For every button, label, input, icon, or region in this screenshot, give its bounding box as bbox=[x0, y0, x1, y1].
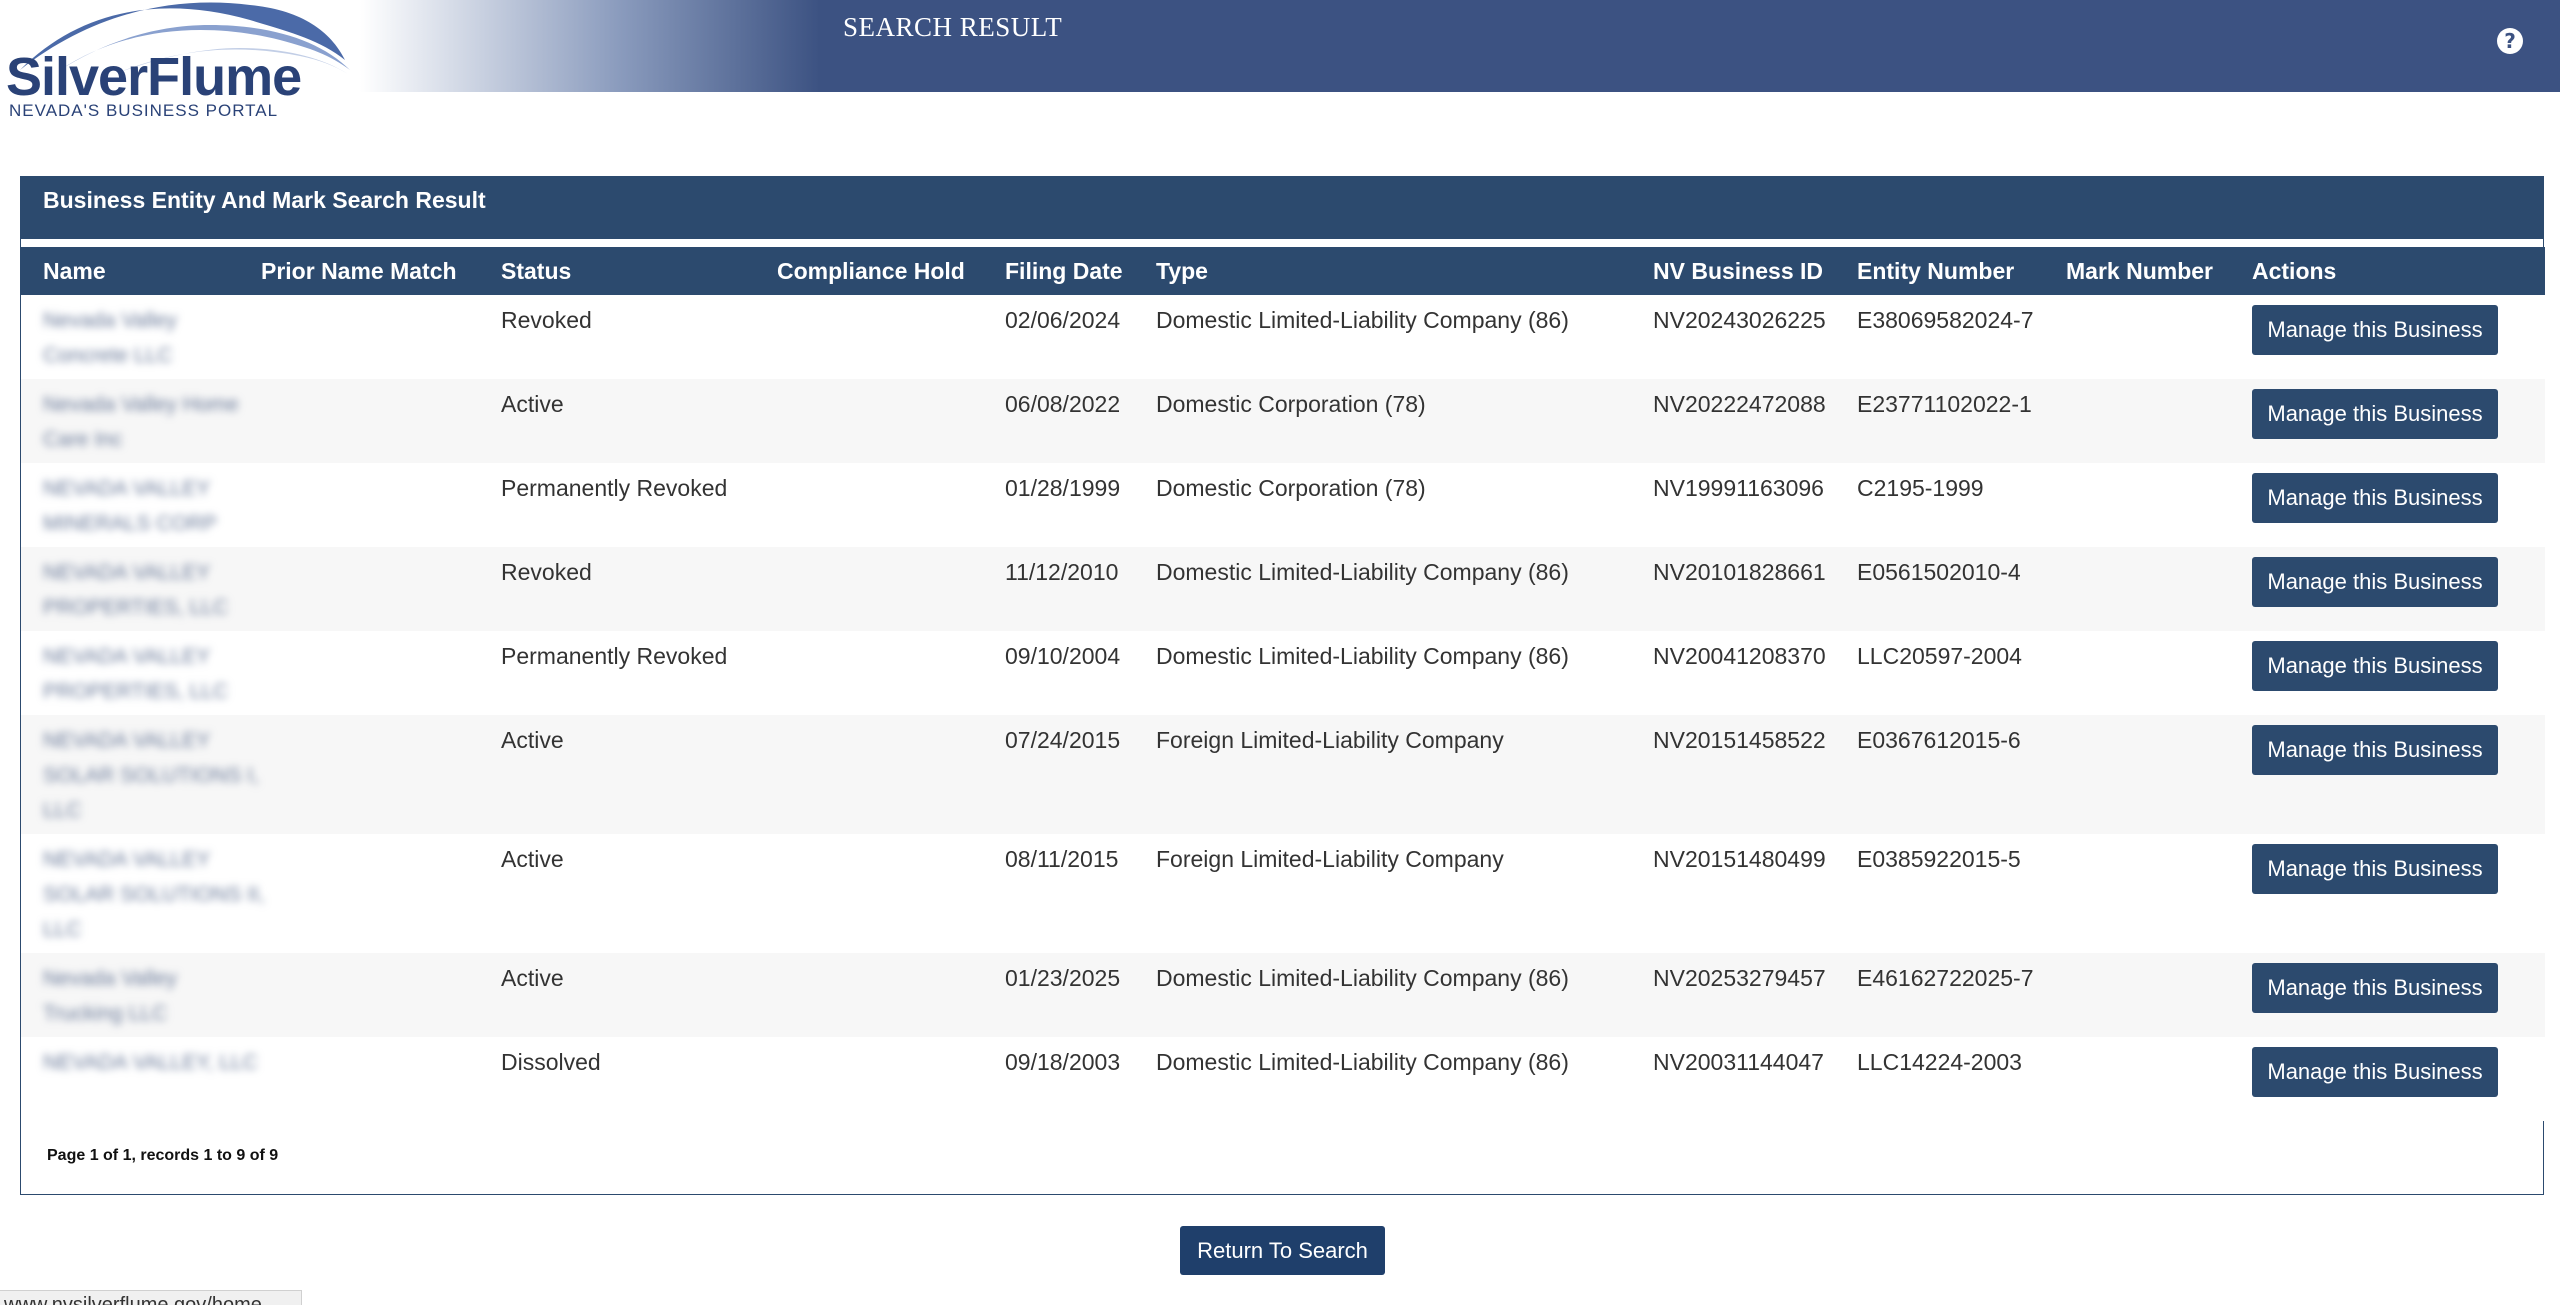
filing-date-cell: 01/23/2025 bbox=[1005, 965, 1121, 991]
silverflume-logo[interactable]: SilverFlume NEVADA'S BUSINESS PORTAL bbox=[0, 0, 360, 120]
manage-business-button[interactable]: Manage this Business bbox=[2252, 473, 2498, 523]
nv-id-cell: NV20253279457 bbox=[1653, 965, 1826, 991]
col-header-prior-name[interactable]: Prior Name Match bbox=[261, 247, 501, 295]
filing-date-cell: 07/24/2015 bbox=[1005, 727, 1121, 753]
filing-date-cell: 08/11/2015 bbox=[1005, 846, 1119, 872]
filing-date-cell: 06/08/2022 bbox=[1005, 391, 1121, 417]
nv-id-cell: NV20041208370 bbox=[1653, 643, 1826, 669]
page-title: SEARCH RESULT bbox=[843, 12, 1063, 42]
nv-id-cell: NV20222472088 bbox=[1653, 391, 1826, 417]
panel-title: Business Entity And Mark Search Result bbox=[21, 177, 2543, 239]
status-cell: Active bbox=[501, 391, 564, 417]
table-header-row: Name Prior Name Match Status Compliance … bbox=[21, 247, 2545, 295]
filing-date-cell: 09/18/2003 bbox=[1005, 1049, 1121, 1075]
entity-number-cell: E0385922015-5 bbox=[1857, 846, 2021, 872]
status-cell: Dissolved bbox=[501, 1049, 601, 1075]
entity-number-cell: E46162722025-7 bbox=[1857, 965, 2034, 991]
type-cell: Foreign Limited-Liability Company bbox=[1156, 846, 1504, 872]
nv-id-cell: NV20101828661 bbox=[1653, 559, 1826, 585]
nv-id-cell: NV20151458522 bbox=[1653, 727, 1826, 753]
type-cell: Domestic Limited-Liability Company (86) bbox=[1156, 1049, 1569, 1075]
col-header-filing-date[interactable]: Filing Date bbox=[1005, 247, 1156, 295]
col-header-type[interactable]: Type bbox=[1156, 247, 1653, 295]
status-cell: Active bbox=[501, 965, 564, 991]
col-header-nv-business-id[interactable]: NV Business ID bbox=[1653, 247, 1857, 295]
col-header-entity-number[interactable]: Entity Number bbox=[1857, 247, 2066, 295]
entity-name[interactable]: NEVADA VALLEY SOLAR SOLUTIONS I, LLC bbox=[21, 715, 261, 834]
search-result-panel: Business Entity And Mark Search Result N… bbox=[20, 176, 2545, 1195]
entity-name[interactable]: Nevada Valley Home Care Inc bbox=[21, 379, 261, 463]
col-header-status[interactable]: Status bbox=[501, 247, 777, 295]
logo-name: SilverFlume bbox=[6, 47, 302, 107]
filing-date-cell: 02/06/2024 bbox=[1005, 307, 1121, 333]
status-cell: Permanently Revoked bbox=[501, 643, 728, 669]
status-cell: Active bbox=[501, 846, 564, 872]
status-cell: Revoked bbox=[501, 559, 592, 585]
entity-name[interactable]: NEVADA VALLEY, LLC bbox=[21, 1037, 261, 1121]
nv-id-cell: NV19991163096 bbox=[1653, 475, 1824, 501]
col-header-mark-number[interactable]: Mark Number bbox=[2066, 247, 2252, 295]
entity-name[interactable]: NEVADA VALLEY PROPERTIES, LLC bbox=[21, 547, 261, 631]
entity-number-cell: E23771102022-1 bbox=[1857, 391, 2032, 417]
entity-name[interactable]: NEVADA VALLEY PROPERTIES, LLC bbox=[21, 631, 261, 715]
pagination-info: Page 1 of 1, records 1 to 9 of 9 bbox=[47, 1147, 279, 1164]
logo-subtitle: NEVADA'S BUSINESS PORTAL bbox=[9, 101, 279, 120]
entity-name[interactable]: NEVADA VALLEY SOLAR SOLUTIONS II, LLC bbox=[21, 834, 265, 953]
type-cell: Domestic Corporation (78) bbox=[1156, 475, 1426, 501]
table-row: NEVADA VALLEY MINERALS CORP Permanently R… bbox=[21, 463, 2545, 547]
table-row: NEVADA VALLEY PROPERTIES, LLC Revoked 11/… bbox=[21, 547, 2545, 631]
entity-number-cell: E0561502010-4 bbox=[1857, 559, 2021, 585]
manage-business-button[interactable]: Manage this Business bbox=[2252, 557, 2498, 607]
col-header-compliance-hold[interactable]: Compliance Hold bbox=[777, 247, 1005, 295]
col-header-name[interactable]: Name bbox=[21, 247, 261, 295]
manage-business-button[interactable]: Manage this Business bbox=[2252, 844, 2498, 894]
table-row: Nevada Valley Home Care Inc Active 06/08/… bbox=[21, 379, 2545, 463]
table-row: Nevada Valley Trucking LLC Active 01/23/2… bbox=[21, 953, 2545, 1037]
entity-number-cell: LLC14224-2003 bbox=[1857, 1049, 2022, 1075]
table-row: NEVADA VALLEY, LLC Dissolved 09/18/2003 … bbox=[21, 1037, 2545, 1121]
manage-business-button[interactable]: Manage this Business bbox=[2252, 641, 2498, 691]
type-cell: Domestic Corporation (78) bbox=[1156, 391, 1426, 417]
entity-name[interactable]: NEVADA VALLEY MINERALS CORP bbox=[21, 463, 261, 547]
site-header: SilverFlume NEVADA'S BUSINESS PORTAL SEA… bbox=[0, 0, 2560, 120]
type-cell: Domestic Limited-Liability Company (86) bbox=[1156, 965, 1569, 991]
manage-business-button[interactable]: Manage this Business bbox=[2252, 1047, 2498, 1097]
filing-date-cell: 09/10/2004 bbox=[1005, 643, 1121, 669]
manage-business-button[interactable]: Manage this Business bbox=[2252, 389, 2498, 439]
help-icon[interactable]: ? bbox=[2497, 28, 2523, 54]
filing-date-cell: 01/28/1999 bbox=[1005, 475, 1121, 501]
results-table: Name Prior Name Match Status Compliance … bbox=[21, 247, 2545, 1121]
status-bar-url: www.nvsilverflume.gov/home bbox=[0, 1290, 302, 1305]
entity-name[interactable]: Nevada Valley Trucking LLC bbox=[21, 953, 261, 1037]
nv-id-cell: NV20151480499 bbox=[1653, 846, 1826, 872]
entity-number-cell: E0367612015-6 bbox=[1857, 727, 2021, 753]
nv-id-cell: NV20031144047 bbox=[1653, 1049, 1824, 1075]
entity-number-cell: C2195-1999 bbox=[1857, 475, 1984, 501]
type-cell: Domestic Limited-Liability Company (86) bbox=[1156, 559, 1569, 585]
type-cell: Foreign Limited-Liability Company bbox=[1156, 727, 1504, 753]
entity-name[interactable]: Nevada Valley Concrete LLC bbox=[21, 295, 261, 379]
filing-date-cell: 11/12/2010 bbox=[1005, 559, 1119, 585]
status-cell: Active bbox=[501, 727, 564, 753]
type-cell: Domestic Limited-Liability Company (86) bbox=[1156, 643, 1569, 669]
table-row: NEVADA VALLEY PROPERTIES, LLC Permanently… bbox=[21, 631, 2545, 715]
type-cell: Domestic Limited-Liability Company (86) bbox=[1156, 307, 1569, 333]
status-cell: Revoked bbox=[501, 307, 592, 333]
manage-business-button[interactable]: Manage this Business bbox=[2252, 963, 2498, 1013]
col-header-actions: Actions bbox=[2252, 257, 2337, 284]
manage-business-button[interactable]: Manage this Business bbox=[2252, 305, 2498, 355]
status-cell: Permanently Revoked bbox=[501, 475, 728, 501]
nv-id-cell: NV20243026225 bbox=[1653, 307, 1826, 333]
table-row: Nevada Valley Concrete LLC Revoked 02/06/… bbox=[21, 295, 2545, 379]
return-to-search-button[interactable]: Return To Search bbox=[1180, 1226, 1385, 1275]
table-row: NEVADA VALLEY SOLAR SOLUTIONS I, LLC Activ… bbox=[21, 715, 2545, 834]
manage-business-button[interactable]: Manage this Business bbox=[2252, 725, 2498, 775]
entity-number-cell: E38069582024-7 bbox=[1857, 307, 2034, 333]
entity-number-cell: LLC20597-2004 bbox=[1857, 643, 2022, 669]
table-row: NEVADA VALLEY SOLAR SOLUTIONS II, LLC Acti… bbox=[21, 834, 2545, 953]
